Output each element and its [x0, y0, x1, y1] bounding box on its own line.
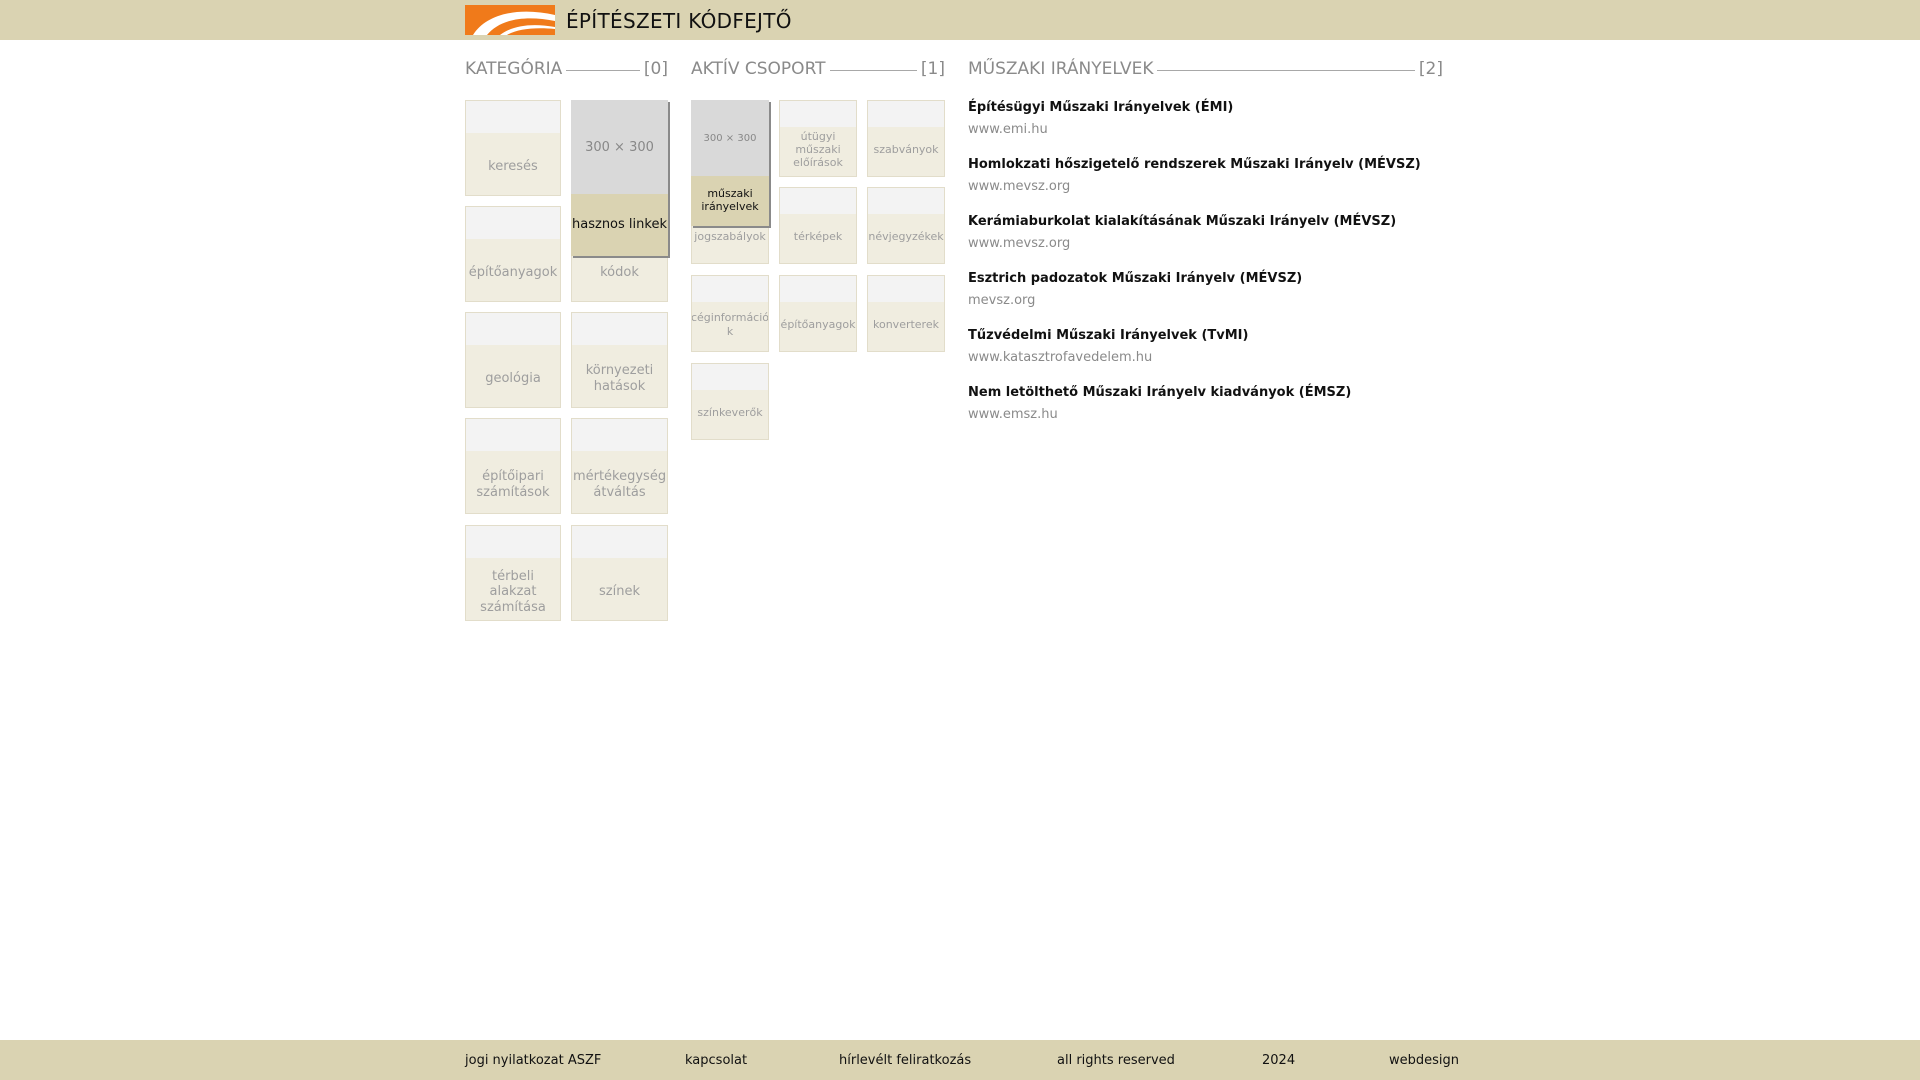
- group-title: AKTÍV CSOPORT: [691, 59, 826, 79]
- category-tile-geology[interactable]: geológia: [465, 312, 561, 408]
- link-item[interactable]: Kerámiaburkolat kialakításának Műszaki I…: [968, 213, 1448, 253]
- footer-year: 2024: [1262, 1053, 1296, 1068]
- category-label: mértékegység átváltás: [572, 469, 667, 500]
- group-hover-card[interactable]: 300 × 300 műszaki irányelvek: [691, 100, 769, 226]
- link-item[interactable]: Tűzvédelmi Műszaki Irányelvek (TvMI) www…: [968, 327, 1448, 367]
- footer: jogi nyilatkozat ASZF kapcsolat hírlevél…: [0, 1040, 1920, 1080]
- link-title[interactable]: Kerámiaburkolat kialakításának Műszaki I…: [968, 213, 1448, 231]
- group-tile-directories[interactable]: névjegyzékek: [867, 187, 945, 264]
- group-label: térképek: [793, 229, 843, 243]
- link-title[interactable]: Esztrich padozatok Műszaki Irányelv (MÉV…: [968, 270, 1448, 288]
- site-title: ÉPÍTÉSZETI KÓDFEJTŐ: [566, 9, 792, 33]
- footer-contact-link[interactable]: kapcsolat: [685, 1053, 747, 1068]
- group-tile-color-mixers[interactable]: színkeverők: [691, 363, 769, 440]
- category-hover-card[interactable]: 300 × 300 hasznos linkek: [571, 100, 668, 256]
- link-title[interactable]: Homlokzati hőszigetelő rendszerek Műszak…: [968, 156, 1448, 174]
- group-tile-road[interactable]: útügyi műszaki előírások: [779, 100, 857, 177]
- category-count: [0]: [643, 59, 668, 79]
- footer-webdesign-link[interactable]: webdesign: [1389, 1053, 1459, 1068]
- category-label: keresés: [488, 159, 538, 175]
- group-label: névjegyzékek: [868, 229, 944, 243]
- group-tile-maps[interactable]: térképek: [779, 187, 857, 264]
- link-title[interactable]: Tűzvédelmi Műszaki Irányelvek (TvMI): [968, 327, 1448, 345]
- group-tile-standards[interactable]: szabványok: [867, 100, 945, 177]
- link-url[interactable]: www.mevsz.org: [968, 178, 1448, 196]
- guidelines-title: MŰSZAKI IRÁNYELVEK: [968, 59, 1154, 79]
- group-label: céginformáció k: [691, 311, 769, 338]
- image-placeholder: 300 × 300: [691, 100, 769, 176]
- group-label: konverterek: [873, 317, 939, 331]
- category-tile-building-materials[interactable]: építőanyagok: [465, 206, 561, 302]
- group-header: AKTÍV CSOPORT [1]: [691, 56, 945, 82]
- category-tile-unit-conversion[interactable]: mértékegység átváltás: [571, 418, 668, 514]
- group-label: szabványok: [873, 142, 939, 156]
- link-url[interactable]: mevsz.org: [968, 292, 1448, 310]
- category-tile-construction-calc[interactable]: építőipari számítások: [465, 418, 561, 514]
- top-bar: ÉPÍTÉSZETI KÓDFEJTŐ: [0, 0, 1920, 40]
- link-item[interactable]: Nem letölthető Műszaki Irányelv kiadvány…: [968, 384, 1448, 424]
- image-placeholder: 300 × 300: [571, 100, 668, 194]
- category-tile-search[interactable]: keresés: [465, 100, 561, 196]
- link-item[interactable]: Homlokzati hőszigetelő rendszerek Műszak…: [968, 156, 1448, 196]
- category-label: építőipari számítások: [476, 469, 550, 500]
- group-tile-converters[interactable]: konverterek: [867, 275, 945, 352]
- logo-icon[interactable]: [465, 5, 555, 35]
- category-header: KATEGÓRIA [0]: [465, 56, 668, 82]
- link-url[interactable]: www.mevsz.org: [968, 235, 1448, 253]
- category-label: környezeti hatások: [585, 363, 654, 394]
- guidelines-rule: [1157, 69, 1415, 71]
- link-title[interactable]: Nem letölthető Műszaki Irányelv kiadvány…: [968, 384, 1448, 402]
- group-label: építőanyagok: [780, 317, 856, 331]
- footer-rights: all rights reserved: [1057, 1053, 1175, 1068]
- guidelines-count: [2]: [1418, 59, 1443, 79]
- category-rule: [566, 69, 640, 71]
- link-title[interactable]: Építésügyi Műszaki Irányelvek (ÉMI): [968, 99, 1448, 117]
- footer-newsletter-link[interactable]: hírlevélt feliratkozás: [839, 1053, 971, 1068]
- group-tile-materials[interactable]: építőanyagok: [779, 275, 857, 352]
- group-label: útügyi műszaki előírások: [793, 129, 843, 170]
- category-label: kódok: [600, 265, 639, 281]
- category-label: geológia: [485, 371, 541, 387]
- category-title: KATEGÓRIA: [465, 59, 563, 79]
- group-rule: [829, 69, 917, 71]
- group-label: színkeverők: [697, 405, 763, 419]
- category-label: építőanyagok: [468, 265, 558, 281]
- category-tile-shape-calc[interactable]: térbeli alakzat számítása: [465, 525, 561, 621]
- group-tile-company-info[interactable]: céginformáció k: [691, 275, 769, 352]
- category-tile-colors[interactable]: színek: [571, 525, 668, 621]
- link-item[interactable]: Esztrich padozatok Műszaki Irányelv (MÉV…: [968, 270, 1448, 310]
- link-item[interactable]: Építésügyi Műszaki Irányelvek (ÉMI) www.…: [968, 99, 1448, 139]
- group-count: [1]: [920, 59, 945, 79]
- group-hover-label: műszaki irányelvek: [691, 176, 769, 226]
- category-tile-environment[interactable]: környezeti hatások: [571, 312, 668, 408]
- category-hover-label: hasznos linkek: [571, 194, 668, 256]
- link-url[interactable]: www.katasztrofavedelem.hu: [968, 349, 1448, 367]
- footer-legal-link[interactable]: jogi nyilatkozat ASZF: [465, 1053, 601, 1068]
- guidelines-header: MŰSZAKI IRÁNYELVEK [2]: [968, 56, 1443, 82]
- category-label: térbeli alakzat számítása: [480, 568, 546, 615]
- link-url[interactable]: www.emsz.hu: [968, 406, 1448, 424]
- link-url[interactable]: www.emi.hu: [968, 121, 1448, 139]
- category-label: színek: [599, 584, 640, 600]
